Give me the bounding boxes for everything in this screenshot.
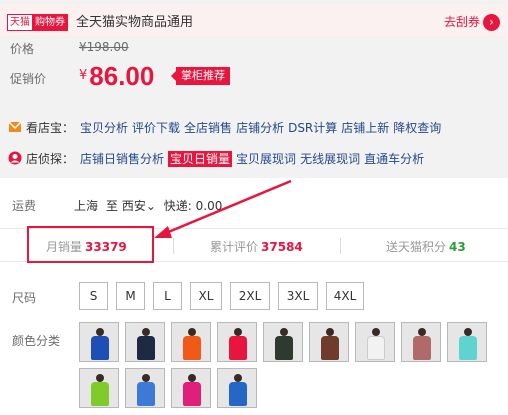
model-head bbox=[234, 328, 242, 336]
model-head bbox=[464, 328, 472, 336]
jacket-image bbox=[229, 382, 247, 406]
size-option[interactable]: 3XL bbox=[278, 282, 318, 310]
size-option[interactable]: M bbox=[116, 282, 145, 310]
color-swatch[interactable] bbox=[447, 322, 487, 362]
model-head bbox=[188, 374, 196, 382]
jacket-image bbox=[275, 336, 293, 360]
model-head bbox=[188, 328, 196, 336]
model-head bbox=[142, 374, 150, 382]
size-option[interactable]: XL bbox=[190, 282, 222, 310]
model-head bbox=[142, 328, 150, 336]
jacket-image bbox=[459, 336, 477, 360]
color-swatch[interactable] bbox=[125, 368, 165, 408]
model-head bbox=[280, 328, 288, 336]
model-head bbox=[418, 328, 426, 336]
model-head bbox=[96, 374, 104, 382]
color-swatch[interactable] bbox=[79, 368, 119, 408]
jacket-image bbox=[137, 382, 155, 406]
jacket-image bbox=[183, 382, 201, 406]
color-swatch[interactable] bbox=[263, 322, 303, 362]
color-swatch[interactable] bbox=[79, 322, 119, 362]
model-head bbox=[96, 328, 104, 336]
color-swatch[interactable] bbox=[171, 368, 211, 408]
size-option[interactable]: S bbox=[79, 282, 108, 310]
color-swatch[interactable] bbox=[171, 322, 211, 362]
size-option[interactable]: 4XL bbox=[326, 282, 364, 310]
jacket-image bbox=[367, 336, 385, 360]
jacket-image bbox=[229, 336, 247, 360]
color-swatch[interactable] bbox=[401, 322, 441, 362]
color-swatch[interactable] bbox=[355, 322, 395, 362]
color-swatch[interactable] bbox=[217, 322, 257, 362]
jacket-image bbox=[321, 336, 339, 360]
size-label: 尺码 bbox=[12, 291, 37, 305]
jacket-image bbox=[183, 336, 201, 360]
model-head bbox=[234, 374, 242, 382]
model-head bbox=[326, 328, 334, 336]
color-swatch[interactable] bbox=[309, 322, 349, 362]
jacket-image bbox=[413, 336, 431, 360]
color-label: 颜色分类 bbox=[12, 334, 61, 348]
color-swatch[interactable] bbox=[125, 322, 165, 362]
model-head bbox=[372, 328, 380, 336]
size-option[interactable]: 2XL bbox=[230, 282, 270, 310]
jacket-image bbox=[137, 336, 155, 360]
jacket-image bbox=[91, 382, 109, 406]
color-swatch[interactable] bbox=[217, 368, 257, 408]
size-option[interactable]: L bbox=[153, 282, 182, 310]
jacket-image bbox=[91, 336, 109, 360]
